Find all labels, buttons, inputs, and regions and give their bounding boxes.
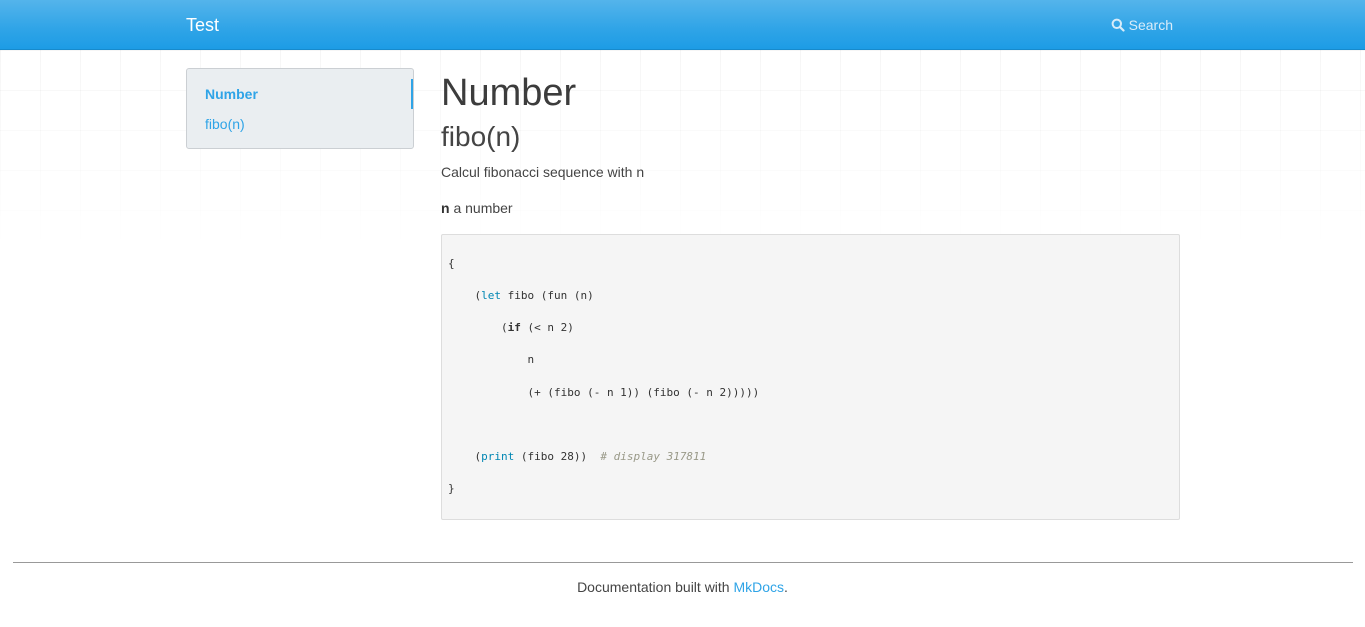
code-keyword: print — [481, 450, 515, 463]
code-text: ( — [448, 321, 508, 334]
sidebar-item-fibo[interactable]: fibo(n) — [205, 115, 245, 133]
search-label: Search — [1128, 17, 1173, 33]
code-text: fibo (fun (n) — [501, 289, 594, 302]
code-line: n — [448, 353, 535, 366]
section-heading: fibo(n) — [441, 121, 521, 152]
function-description: Calcul fibonacci sequence with n — [441, 164, 645, 180]
toc-sidebar: Number fibo(n) — [186, 68, 414, 149]
search-button[interactable]: Search — [1111, 16, 1173, 34]
code-line: { — [448, 257, 455, 270]
footer: Documentation built with MkDocs. — [0, 578, 1365, 596]
code-text: (< n 2) — [520, 321, 574, 334]
footer-period: . — [784, 579, 788, 595]
code-keyword: let — [481, 289, 501, 302]
mkdocs-link[interactable]: MkDocs — [733, 579, 784, 595]
code-block[interactable]: { (let fibo (fun (n) (if (< n 2) n (+ (f… — [441, 234, 1180, 520]
footer-divider — [13, 562, 1353, 563]
top-navbar: Test Search — [0, 0, 1365, 50]
code-line: } — [448, 482, 455, 495]
footer-text: Documentation built with — [577, 579, 734, 595]
code-line: (let fibo (fun (n) — [448, 289, 594, 303]
page-title: Number — [441, 72, 577, 114]
code-line: (if (< n 2) — [448, 321, 574, 335]
parameter-text: a number — [449, 200, 513, 216]
code-keyword: if — [507, 321, 521, 334]
sidebar-active-indicator — [411, 79, 413, 109]
parameter-name: n — [441, 200, 450, 216]
code-text: ( — [448, 289, 482, 302]
site-brand[interactable]: Test — [186, 15, 219, 35]
parameter-description: n a number — [441, 199, 513, 217]
sidebar-item-number[interactable]: Number — [205, 85, 258, 103]
code-line: (+ (fibo (- n 1)) (fibo (- n 2))))) — [448, 386, 760, 399]
code-comment: # display 317811 — [600, 450, 707, 463]
code-line: (print (fibo 28)) # display 317811 — [448, 450, 706, 464]
code-text: ( — [448, 450, 482, 463]
code-text: (fibo 28)) — [514, 450, 601, 463]
search-icon — [1111, 18, 1125, 32]
